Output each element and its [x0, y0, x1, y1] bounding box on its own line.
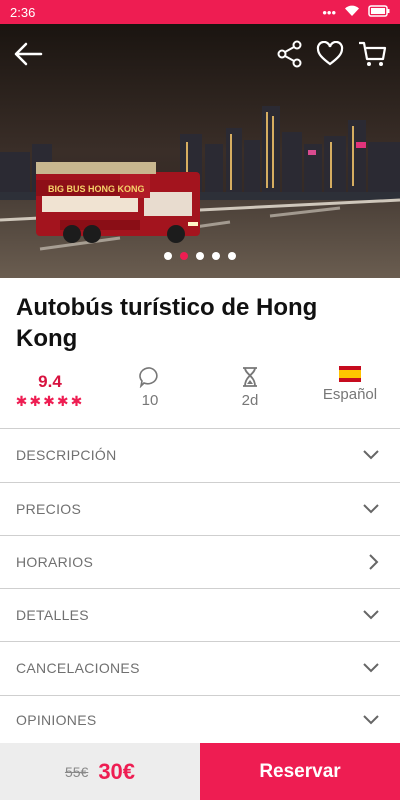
section-opiniones[interactable]: OPINIONES [0, 695, 400, 743]
chevron-down-icon [363, 662, 379, 672]
section-label: DESCRIPCIÓN [16, 446, 117, 463]
comment-icon [139, 367, 158, 388]
status-time: 2:36 [10, 4, 36, 20]
section-label: OPINIONES [16, 711, 97, 728]
heart-icon [316, 41, 344, 66]
section-label: CANCELACIONES [16, 659, 140, 676]
wifi-icon [344, 5, 360, 20]
comments-stat[interactable]: 10 [100, 366, 200, 414]
share-button[interactable] [274, 38, 306, 70]
back-button[interactable] [12, 38, 44, 70]
duration-value: 2d [241, 392, 259, 409]
back-arrow-icon [14, 42, 43, 66]
battery-icon [368, 4, 390, 20]
section-horarios[interactable]: HORARIOS [0, 535, 400, 587]
booking-footer: 55€ 30€ Reservar [0, 743, 400, 800]
language-stat: Español [300, 366, 400, 414]
new-price: 30€ [98, 758, 136, 784]
section-cancelaciones[interactable]: CANCELACIONES [0, 641, 400, 693]
chevron-down-icon [363, 449, 379, 459]
duration-stat: 2d [200, 366, 300, 414]
stats-bar: 9.4 ✱✱✱✱✱ 10 2d Español [0, 366, 400, 414]
comments-count: 10 [141, 392, 159, 409]
dots-icon: ••• [322, 4, 336, 20]
carousel-dot-active[interactable] [180, 252, 188, 260]
chevron-down-icon [363, 714, 379, 724]
language-value: Español [322, 386, 378, 403]
section-label: DETALLES [16, 606, 89, 623]
carousel-dot[interactable] [196, 252, 204, 260]
chevron-down-icon [363, 503, 379, 513]
chevron-right-icon [369, 553, 379, 570]
reserve-button[interactable]: Reservar [200, 743, 400, 800]
share-icon [277, 40, 302, 68]
section-descripcion[interactable]: DESCRIPCIÓN [0, 428, 400, 480]
carousel-dot[interactable] [228, 252, 236, 260]
rating-stat[interactable]: 9.4 ✱✱✱✱✱ [0, 366, 100, 414]
rating-value: 9.4 [38, 372, 62, 391]
section-label: HORARIOS [16, 553, 94, 570]
favorite-button[interactable] [314, 38, 346, 70]
carousel-dot[interactable] [164, 252, 172, 260]
carousel-dot[interactable] [212, 252, 220, 260]
bus-banner-text: BIG BUS HONG KONG [48, 184, 145, 194]
price-box: 55€ 30€ [0, 743, 200, 800]
section-detalles[interactable]: DETALLES [0, 588, 400, 640]
chevron-down-icon [363, 609, 379, 619]
hero-carousel[interactable]: BIG BUS HONG KONG [0, 24, 400, 278]
page-title: Autobús turístico de Hong Kong [16, 294, 318, 352]
carousel-indicator [0, 252, 400, 260]
old-price: 55€ [64, 763, 89, 780]
cart-button[interactable] [356, 38, 388, 70]
section-precios[interactable]: PRECIOS [0, 482, 400, 534]
section-label: PRECIOS [16, 500, 82, 517]
rating-stars: ✱✱✱✱✱ [15, 393, 85, 409]
status-icons: ••• [322, 5, 390, 20]
cart-icon [359, 41, 387, 66]
status-bar: 2:36 ••• [0, 0, 400, 24]
spain-flag-icon [339, 366, 361, 382]
hourglass-icon [243, 367, 257, 387]
